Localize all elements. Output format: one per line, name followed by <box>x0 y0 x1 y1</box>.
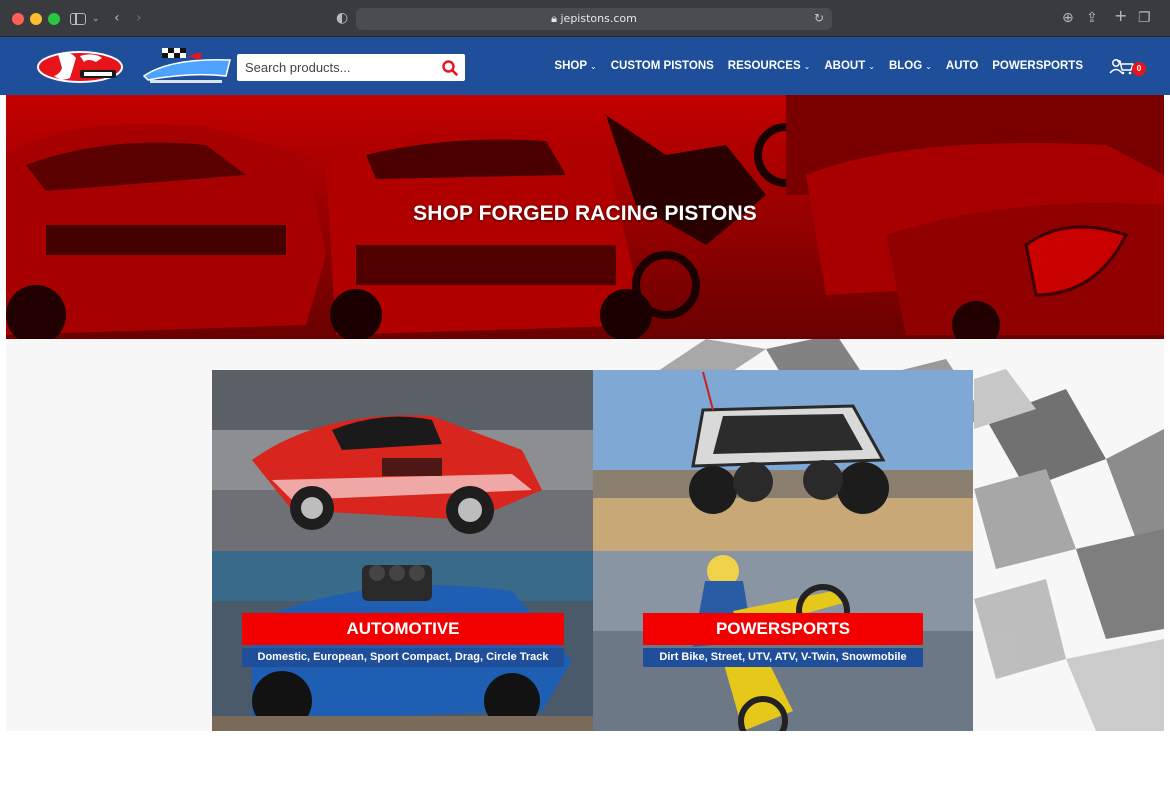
reload-icon[interactable]: ↻ <box>814 11 824 25</box>
address-bar[interactable]: 🔒︎ jepistons.com ↻ <box>356 8 832 30</box>
nav-resources-label: RESOURCES <box>727 60 801 72</box>
minimize-window-button[interactable] <box>30 13 42 25</box>
chevron-down-icon: ⌄ <box>590 61 597 71</box>
nav-about[interactable]: ABOUT ⌄ <box>817 60 882 72</box>
nav-shop[interactable]: SHOP ⌄ <box>547 60 603 72</box>
url-text: jepistons.com <box>560 12 637 25</box>
share-icon[interactable]: ⇪ <box>1086 9 1098 27</box>
powersports-tile[interactable]: POWERSPORTS Dirt Bike, Street, UTV, ATV,… <box>593 551 973 731</box>
sidebar-toggle-icon[interactable] <box>70 13 86 25</box>
hero-banner[interactable]: SHOP FORGED RACING PISTONS <box>6 95 1164 339</box>
nav-powersports[interactable]: POWERSPORTS <box>985 60 1090 72</box>
nav-auto[interactable]: AUTO <box>939 60 985 72</box>
utv-image <box>593 370 973 551</box>
back-icon[interactable]: ‹ <box>114 9 120 27</box>
browser-toolbar: ⌄ ‹ › ◐ 🔒︎ jepistons.com ↻ ⊕ ⇪ + ❐ <box>0 0 1170 37</box>
category-section: AUTOMOTIVE Domestic, European, Sport Com… <box>6 339 1164 731</box>
new-tab-icon[interactable]: + <box>1114 7 1127 25</box>
nav-blog[interactable]: BLOG ⌄ <box>882 60 939 72</box>
tab-overview-icon[interactable]: ❐ <box>1138 9 1151 27</box>
nav-powersports-label: POWERSPORTS <box>992 60 1083 72</box>
nav-shop-label: SHOP <box>554 60 587 72</box>
drift-car-image <box>212 370 593 551</box>
hero-title: SHOP FORGED RACING PISTONS <box>413 202 757 225</box>
automotive-tile[interactable]: AUTOMOTIVE Domestic, European, Sport Com… <box>212 551 593 731</box>
drift-car-tile[interactable] <box>212 370 593 551</box>
chevron-down-icon: ⌄ <box>868 61 875 71</box>
nav-auto-label: AUTO <box>945 60 979 72</box>
cart-count-badge[interactable]: 0 <box>1132 62 1146 76</box>
search-icon[interactable] <box>441 59 459 77</box>
main-nav: SHOP ⌄ CUSTOM PISTONS RESOURCES ⌄ ABOUT ⌄ B… <box>547 37 1090 95</box>
close-window-button[interactable] <box>12 13 24 25</box>
nav-blog-label: BLOG <box>888 60 923 72</box>
chevron-down-icon[interactable]: ⌄ <box>92 10 100 28</box>
search-box <box>237 54 465 81</box>
site-header: SHOP⌄ CUSTOM PISTONS RESOURCES⌄ ABOUT⌄ B… <box>0 37 1170 95</box>
nav-about-label: ABOUT <box>824 60 866 72</box>
chevron-down-icon: ⌄ <box>803 61 811 71</box>
utv-tile[interactable] <box>593 370 973 551</box>
automotive-category-button[interactable]: AUTOMOTIVE <box>242 613 564 645</box>
srp-logo[interactable] <box>140 46 232 86</box>
privacy-shield-icon[interactable]: ◐ <box>336 9 348 27</box>
nav-custom-pistons-label: CUSTOM PISTONS <box>610 60 714 72</box>
zoom-window-button[interactable] <box>48 13 60 25</box>
download-icon[interactable]: ⊕ <box>1062 9 1074 27</box>
automotive-category-subtitle: Domestic, European, Sport Compact, Drag,… <box>242 648 564 667</box>
nav-custom-pistons[interactable]: CUSTOM PISTONS <box>604 60 721 72</box>
chevron-down-icon: ⌄ <box>925 61 932 71</box>
powersports-category-button[interactable]: POWERSPORTS <box>643 613 923 645</box>
forward-icon[interactable]: › <box>136 9 142 27</box>
search-input[interactable] <box>237 54 433 81</box>
powersports-category-subtitle: Dirt Bike, Street, UTV, ATV, V-Twin, Sno… <box>643 648 923 667</box>
nav-resources[interactable]: RESOURCES ⌄ <box>721 60 818 72</box>
je-pistons-logo[interactable] <box>36 48 124 84</box>
lock-icon: 🔒︎ <box>551 12 557 25</box>
